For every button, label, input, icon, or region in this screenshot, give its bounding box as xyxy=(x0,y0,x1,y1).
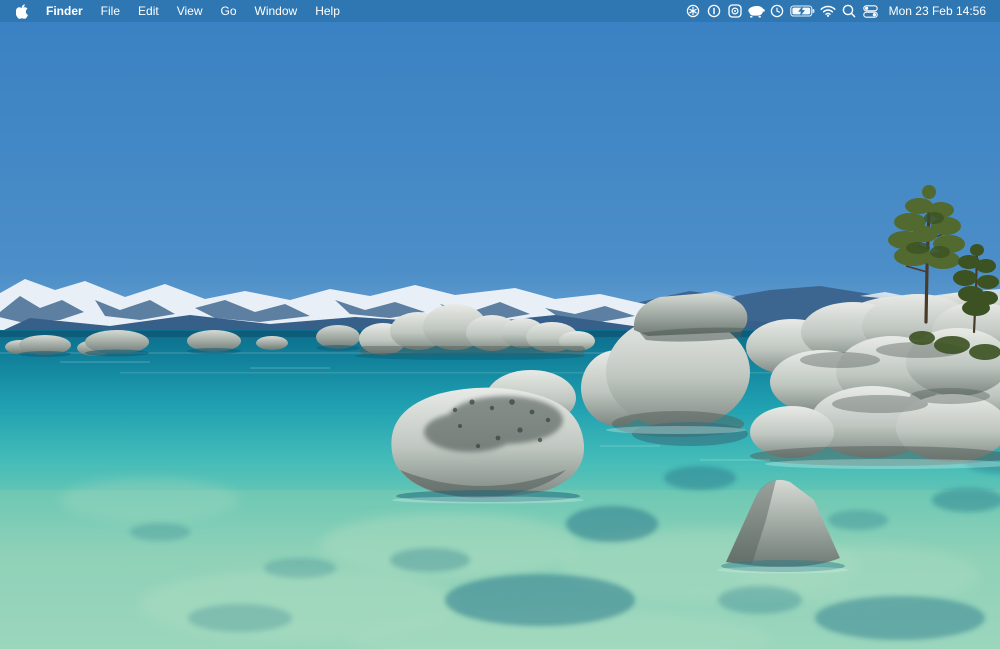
wifi-icon[interactable] xyxy=(818,0,839,22)
circle-bar-icon[interactable] xyxy=(704,0,725,22)
menu-help[interactable]: Help xyxy=(306,0,349,22)
desktop-wallpaper xyxy=(0,22,1000,649)
menu-edit[interactable]: Edit xyxy=(129,0,168,22)
menu-go[interactable]: Go xyxy=(212,0,246,22)
menu-bar-clock[interactable]: Mon 23 Feb 14:56 xyxy=(881,4,992,18)
apple-menu[interactable] xyxy=(10,0,37,22)
control-center-icon[interactable] xyxy=(860,0,881,22)
foreground-boulder xyxy=(391,388,584,504)
history-clock-icon[interactable] xyxy=(767,0,788,22)
macos-desktop: Finder File Edit View Go Window Help xyxy=(0,0,1000,649)
menu-file[interactable]: File xyxy=(92,0,129,22)
menu-bar: Finder File Edit View Go Window Help xyxy=(0,0,1000,22)
aperture-square-icon[interactable] xyxy=(725,0,746,22)
menu-bar-status: Mon 23 Feb 14:56 xyxy=(683,0,1000,22)
spotlight-search-icon[interactable] xyxy=(839,0,860,22)
menu-window[interactable]: Window xyxy=(246,0,307,22)
menu-finder[interactable]: Finder xyxy=(37,0,92,22)
battery-charging-icon[interactable] xyxy=(788,0,818,22)
pinwheel-icon[interactable] xyxy=(683,0,704,22)
elephant-icon[interactable] xyxy=(746,0,767,22)
menu-bar-left: Finder File Edit View Go Window Help xyxy=(0,0,349,22)
menu-view[interactable]: View xyxy=(168,0,212,22)
apple-icon xyxy=(16,4,29,19)
sky xyxy=(0,22,1000,334)
